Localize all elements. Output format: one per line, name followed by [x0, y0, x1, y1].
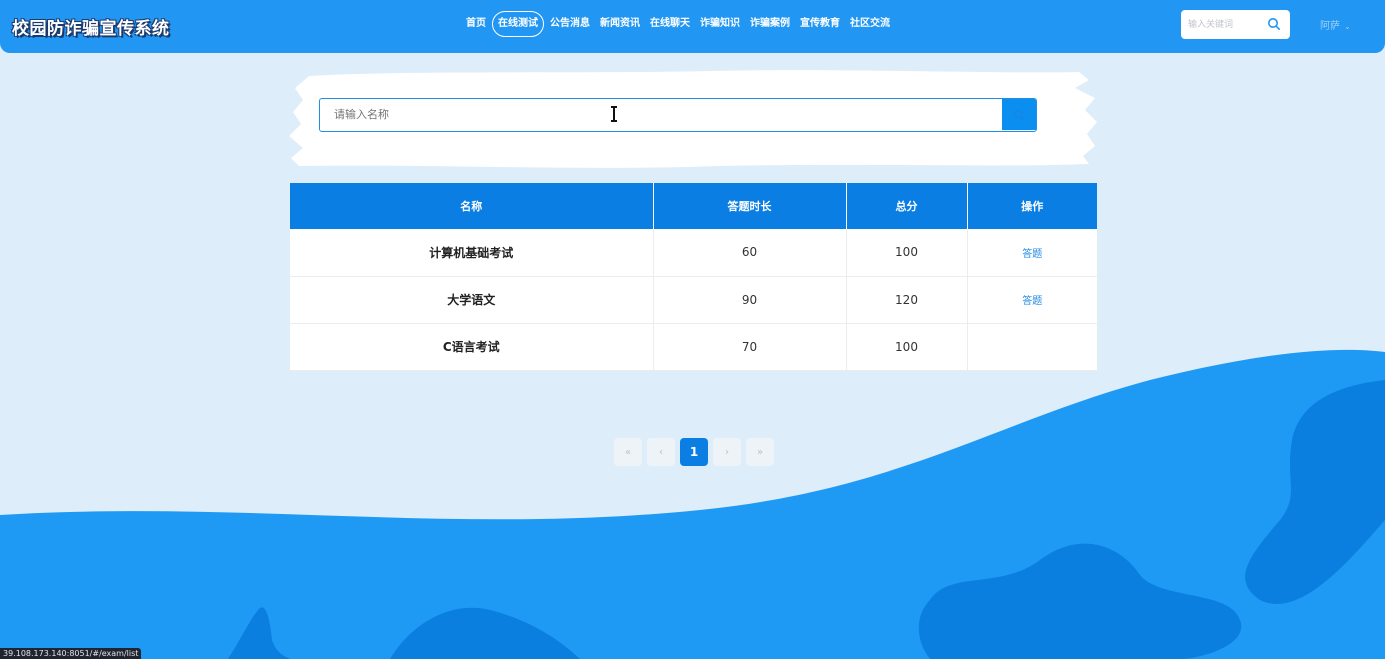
- nav-home[interactable]: 首页: [462, 11, 490, 37]
- nav-publicity-education[interactable]: 宣传教育: [796, 11, 844, 37]
- table-row: 计算机基础考试 60 100 答题: [290, 229, 1097, 277]
- table-header-row: 名称 答题时长 总分 操作: [290, 183, 1097, 229]
- nav-announcements[interactable]: 公告消息: [546, 11, 594, 37]
- page-number-button[interactable]: 1: [680, 438, 708, 466]
- next-page-button[interactable]: ›: [713, 438, 741, 466]
- nav-online-chat[interactable]: 在线聊天: [646, 11, 694, 37]
- name-search-input[interactable]: [320, 99, 1002, 130]
- search-icon[interactable]: [1267, 17, 1281, 31]
- exam-name: 大学语文: [290, 276, 654, 324]
- site-logo[interactable]: 校园防诈骗宣传系统: [12, 14, 170, 39]
- exam-score: 100: [846, 323, 968, 371]
- text-cursor-icon: [611, 106, 617, 122]
- column-header-duration: 答题时长: [653, 183, 847, 229]
- exam-table: 名称 答题时长 总分 操作 计算机基础考试 60 100 答题 大学语文 90 …: [290, 183, 1097, 371]
- action-cell: 答题: [967, 276, 1097, 324]
- chevron-down-icon: ⌄: [1344, 22, 1351, 31]
- first-page-button[interactable]: «: [614, 438, 642, 466]
- column-header-score: 总分: [846, 183, 968, 229]
- nav-news[interactable]: 新闻资讯: [596, 11, 644, 37]
- exam-duration: 90: [653, 276, 847, 324]
- nav-fraud-knowledge[interactable]: 诈骗知识: [696, 11, 744, 37]
- exam-name: C语言考试: [290, 323, 654, 371]
- search-button[interactable]: [1002, 99, 1036, 130]
- last-page-button[interactable]: »: [746, 438, 774, 466]
- user-menu[interactable]: 阿萨 ⌄: [1320, 17, 1351, 32]
- nav-community[interactable]: 社区交流: [846, 11, 894, 37]
- exam-duration: 60: [653, 229, 847, 277]
- table-row: 大学语文 90 120 答题: [290, 276, 1097, 324]
- pagination: « ‹ 1 › »: [614, 438, 779, 466]
- header-search-input[interactable]: [1181, 10, 1261, 39]
- exam-duration: 70: [653, 323, 847, 371]
- search-icon: [1013, 109, 1025, 120]
- action-cell: [967, 323, 1097, 371]
- column-header-name: 名称: [290, 183, 654, 229]
- answer-button[interactable]: 答题: [1022, 249, 1042, 260]
- table-row: C语言考试 70 100: [290, 323, 1097, 371]
- action-cell: 答题: [967, 229, 1097, 277]
- answer-button[interactable]: 答题: [1022, 296, 1042, 307]
- user-name: 阿萨: [1320, 21, 1340, 32]
- name-search: [319, 98, 1037, 132]
- prev-page-button[interactable]: ‹: [647, 438, 675, 466]
- nav-online-test[interactable]: 在线测试: [492, 11, 544, 37]
- column-header-action: 操作: [967, 183, 1097, 229]
- exam-score: 100: [846, 229, 968, 277]
- status-url: 39.108.173.140:8051/#/exam/list: [0, 648, 142, 659]
- main-nav: 首页 在线测试 公告消息 新闻资讯 在线聊天 诈骗知识 诈骗案例 宣传教育 社区…: [461, 11, 895, 37]
- exam-name: 计算机基础考试: [290, 229, 654, 277]
- top-header: 校园防诈骗宣传系统 首页 在线测试 公告消息 新闻资讯 在线聊天 诈骗知识 诈骗…: [0, 0, 1385, 53]
- exam-score: 120: [846, 276, 968, 324]
- nav-fraud-cases[interactable]: 诈骗案例: [746, 11, 794, 37]
- header-search: [1181, 10, 1290, 39]
